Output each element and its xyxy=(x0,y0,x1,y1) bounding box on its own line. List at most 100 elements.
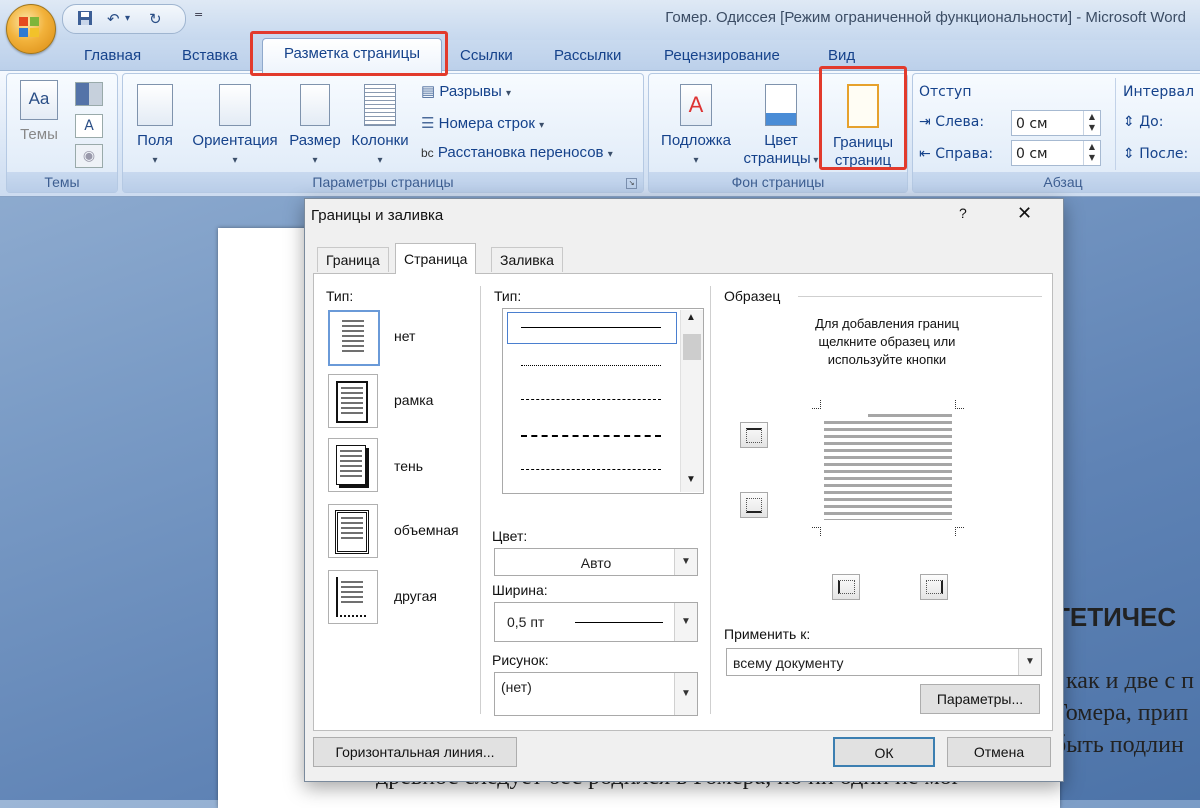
page-color-label-1: Цвет xyxy=(764,132,798,149)
document-line-1: как и две с п xyxy=(1066,668,1194,695)
scroll-down-icon[interactable]: ▼ xyxy=(686,474,696,485)
indent-left-icon: ⇥ xyxy=(919,114,935,130)
tab-review[interactable]: Рецензирование xyxy=(664,44,780,68)
horizontal-line-button[interactable]: Горизонтальная линия... xyxy=(313,737,517,767)
office-button[interactable] xyxy=(6,4,56,54)
ribbon-tab-row: Главная Вставка Ссылки Рассылки Рецензир… xyxy=(0,40,1200,70)
line-style-dashed-small[interactable] xyxy=(521,399,661,400)
customize-toolbar-icon[interactable]: = xyxy=(194,8,203,21)
top-border-icon xyxy=(746,428,762,443)
setting-3d-box[interactable] xyxy=(328,504,378,558)
setting-none-box[interactable] xyxy=(328,310,380,366)
indent-left-value: 0 см xyxy=(1016,116,1048,132)
scroll-thumb[interactable] xyxy=(683,334,701,360)
ok-button[interactable]: ОК xyxy=(833,737,935,767)
bottom-border-button[interactable] xyxy=(740,492,768,518)
tab-view[interactable]: Вид xyxy=(828,44,855,68)
watermark-label: Подложка xyxy=(661,132,731,149)
tab-borders[interactable]: Граница xyxy=(317,247,389,272)
spacing-label: Интервал xyxy=(1123,84,1194,100)
art-select[interactable]: (нет) ▼ xyxy=(494,672,698,716)
preview-page[interactable] xyxy=(812,400,964,536)
indent-left-spin-icon[interactable]: ▲▼ xyxy=(1083,111,1100,135)
ribbon: Aa Темы A ◉ Темы Поля▾ Ориентация▾ Разме… xyxy=(0,70,1200,197)
tab-shading[interactable]: Заливка xyxy=(491,247,563,272)
left-border-icon xyxy=(838,580,855,594)
chevron-down-icon[interactable]: ▼ xyxy=(674,603,697,641)
color-select[interactable]: Авто ▼ xyxy=(494,548,698,576)
preview-label: Образец xyxy=(724,288,780,304)
tab-page-border[interactable]: Страница xyxy=(395,243,476,274)
help-icon[interactable]: ? xyxy=(959,205,967,221)
columns-button[interactable]: Колонки▾ xyxy=(347,84,413,170)
size-button[interactable]: Размер▾ xyxy=(287,84,343,170)
office-logo-icon xyxy=(19,17,41,39)
setting-box-label[interactable]: рамка xyxy=(394,392,433,408)
preview-corner-bl xyxy=(812,527,821,536)
margins-button[interactable]: Поля▾ xyxy=(133,84,177,170)
setting-shadow-label[interactable]: тень xyxy=(394,458,423,474)
themes-group: Aa Темы A ◉ Темы xyxy=(6,73,118,193)
orientation-icon xyxy=(219,84,251,126)
theme-effects-icon[interactable]: ◉ xyxy=(75,144,103,168)
tab-insert[interactable]: Вставка xyxy=(182,44,238,68)
watermark-button[interactable]: A Подложка▾ xyxy=(655,84,737,170)
breaks-button[interactable]: ▤ Разрывы ▾ xyxy=(421,82,511,100)
close-icon[interactable]: ✕ xyxy=(1017,203,1032,224)
size-label: Размер xyxy=(289,132,341,149)
right-border-button[interactable] xyxy=(920,574,948,600)
cancel-button[interactable]: Отмена xyxy=(947,737,1051,767)
hyphenation-button[interactable]: bc Расстановка переносов ▾ xyxy=(421,144,613,161)
setting-none-label[interactable]: нет xyxy=(394,328,415,344)
top-border-button[interactable] xyxy=(740,422,768,448)
line-style-dashed[interactable] xyxy=(521,435,661,437)
hyphenation-label: Расстановка переносов xyxy=(438,144,604,161)
indent-left-input[interactable]: 0 см ▲▼ xyxy=(1011,110,1101,136)
page-color-button[interactable]: Цвет страницы ▾ xyxy=(739,84,823,170)
line-numbers-button[interactable]: ☰ Номера строк ▾ xyxy=(421,114,544,132)
line-style-solid[interactable] xyxy=(521,327,661,328)
options-button[interactable]: Параметры... xyxy=(920,684,1040,714)
setting-shadow-box[interactable] xyxy=(328,438,378,492)
line-style-dotted[interactable] xyxy=(521,365,661,366)
tab-references[interactable]: Ссылки xyxy=(460,44,513,68)
tab-mailings[interactable]: Рассылки xyxy=(554,44,621,68)
apply-to-label: Применить к: xyxy=(724,626,810,642)
chevron-down-icon[interactable]: ▼ xyxy=(674,549,697,575)
document-line-3: быть подлин xyxy=(1054,732,1184,759)
apply-to-value: всему документу xyxy=(733,655,844,671)
setting-3d-label[interactable]: объемная xyxy=(394,522,459,538)
apply-to-select[interactable]: всему документу ▼ xyxy=(726,648,1042,676)
indent-right-input[interactable]: 0 см▲▼ xyxy=(1011,140,1101,166)
orientation-button[interactable]: Ориентация▾ xyxy=(187,84,283,170)
undo-icon[interactable]: ↶ xyxy=(107,10,120,28)
art-value: (нет) xyxy=(501,679,532,695)
chevron-down-icon[interactable]: ▼ xyxy=(674,673,697,715)
setting-box-box[interactable] xyxy=(328,374,378,428)
indent-right-spin-icon[interactable]: ▲▼ xyxy=(1083,141,1100,165)
themes-button[interactable]: Aa Темы xyxy=(15,80,63,144)
preview-rule xyxy=(798,296,1042,297)
indent-left-label: ⇥ Слева: xyxy=(919,114,984,130)
preview-corner-br xyxy=(955,527,964,536)
setting-custom-label[interactable]: другая xyxy=(394,588,437,604)
line-style-scrollbar[interactable]: ▲ ▼ xyxy=(680,310,703,492)
undo-dropdown-icon[interactable]: ▾ xyxy=(125,10,130,28)
line-style-list[interactable]: ▲ ▼ xyxy=(502,308,704,494)
save-icon[interactable] xyxy=(77,10,93,30)
chevron-down-icon[interactable]: ▼ xyxy=(1018,649,1041,675)
hyphenation-icon: bc xyxy=(421,146,434,160)
tab-home[interactable]: Главная xyxy=(84,44,141,68)
page-setup-launcher-icon[interactable]: ↘ xyxy=(626,178,637,189)
setting-type-label: Тип: xyxy=(326,288,353,304)
theme-fonts-icon[interactable]: A xyxy=(75,114,103,138)
scroll-up-icon[interactable]: ▲ xyxy=(686,312,696,323)
preview-corner-tr xyxy=(955,400,964,409)
line-style-dash-dot[interactable] xyxy=(521,469,661,470)
left-border-button[interactable] xyxy=(832,574,860,600)
width-select[interactable]: 0,5 пт ▼ xyxy=(494,602,698,642)
redo-icon[interactable]: ↻ xyxy=(149,10,162,28)
theme-colors-icon[interactable] xyxy=(75,82,103,106)
tab-highlight-frame xyxy=(250,31,448,76)
setting-custom-box[interactable] xyxy=(328,570,378,624)
